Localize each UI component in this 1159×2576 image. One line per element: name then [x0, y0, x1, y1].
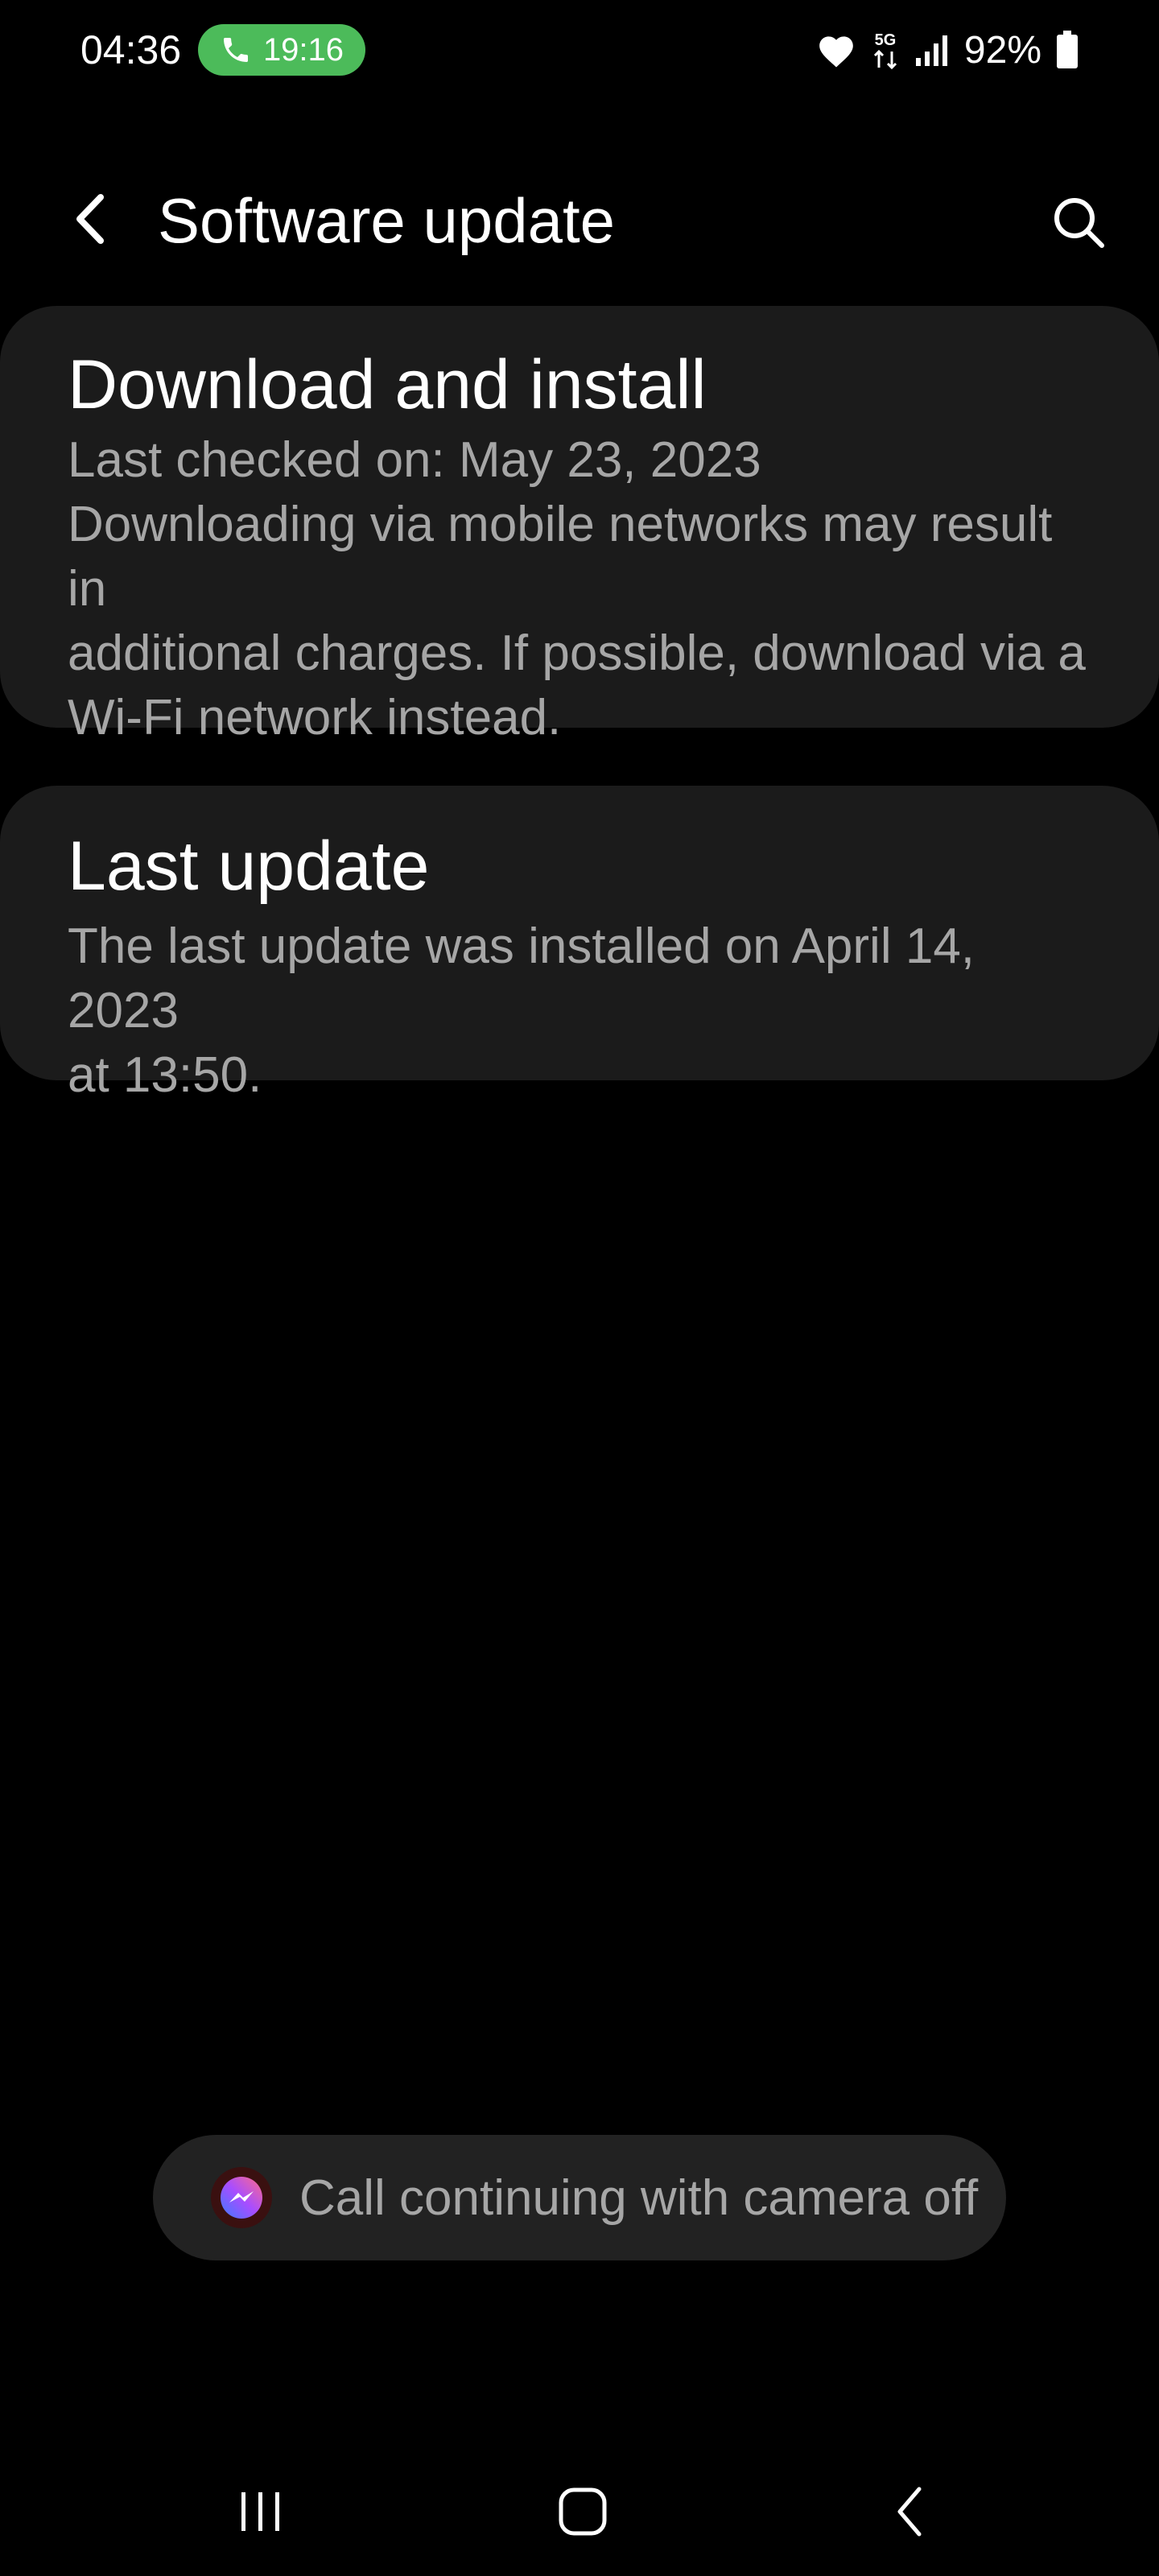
svg-text:5G: 5G [875, 31, 897, 49]
mobile-data-warning-line-3: Wi-Fi network instead. [68, 690, 562, 745]
home-icon [559, 2487, 607, 2536]
messenger-icon [211, 2167, 272, 2228]
status-time: 04:36 [80, 27, 182, 72]
last-checked-text: Last checked on: May 23, 2023 [68, 432, 761, 488]
last-update-detail-line-1: The last update was installed on April 1… [68, 919, 975, 1038]
nav-back-button[interactable] [861, 2463, 958, 2560]
back-button[interactable] [58, 187, 122, 251]
recents-button[interactable] [212, 2463, 309, 2560]
search-icon [1054, 198, 1104, 248]
mobile-data-warning-line-1: Downloading via mobile networks may resu… [68, 497, 1053, 617]
search-button[interactable] [1040, 184, 1117, 261]
download-and-install-title: Download and install [68, 346, 707, 423]
ongoing-call-chip[interactable]: 19:16 [198, 24, 365, 76]
signal-icon [915, 35, 947, 66]
recents-icon [241, 2492, 279, 2531]
toast-message: Call continuing with camera off [299, 2169, 979, 2226]
battery-percent: 92% [963, 28, 1041, 72]
navigation-bar [0, 2447, 1159, 2576]
home-button[interactable] [534, 2463, 631, 2560]
status-icons: 5G 92% [816, 24, 1079, 76]
call-toast: Call continuing with camera off [153, 2135, 1006, 2260]
status-bar: 04:36 19:16 5G 92% [0, 0, 1159, 100]
last-update-title: Last update [68, 828, 430, 905]
download-and-install-item[interactable]: Download and install Last checked on: Ma… [0, 306, 1159, 745]
phone-icon [223, 38, 248, 62]
mobile-data-warning-line-2: additional charges. If possible, downloa… [68, 625, 1086, 681]
battery-icon [1057, 31, 1078, 68]
page-title: Software update [158, 185, 616, 256]
call-duration: 19:16 [262, 31, 344, 68]
heart-icon [819, 36, 853, 68]
app-bar: Software update [0, 161, 1159, 274]
back-arrow-icon [76, 194, 104, 244]
nav-back-icon [897, 2487, 922, 2537]
mobile-data-icon: 5G [873, 31, 897, 70]
last-update-item[interactable]: Last update The last update was installe… [0, 786, 1159, 1103]
last-update-detail-line-2: at 13:50. [68, 1047, 262, 1103]
